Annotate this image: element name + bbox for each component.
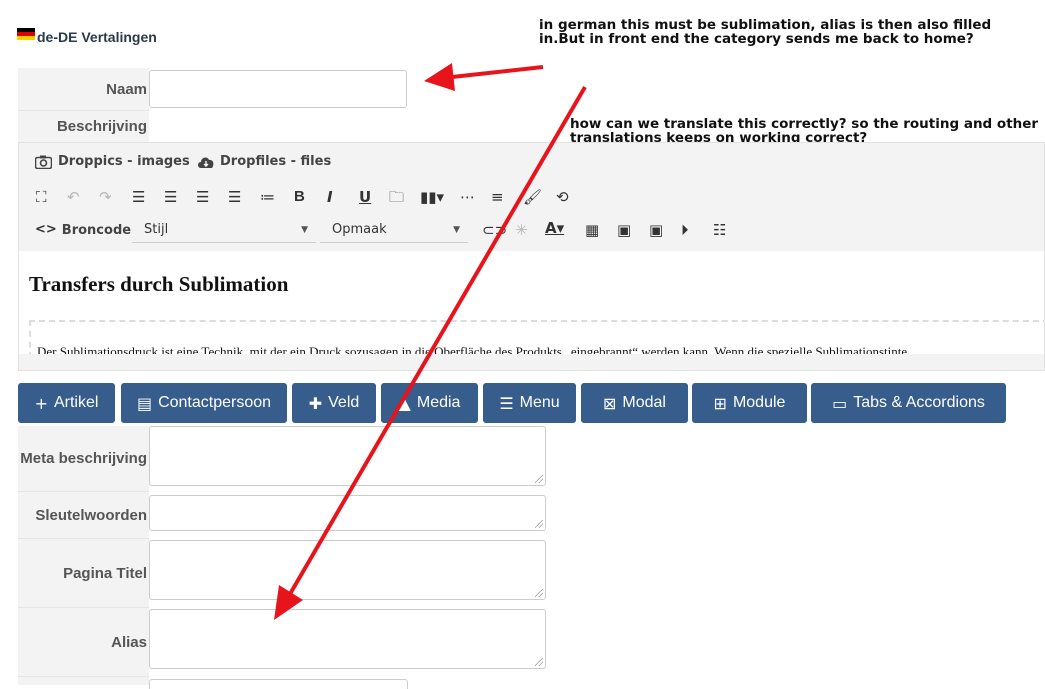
annotation-note-middle: how can we translate this correctly? so … [570, 116, 1039, 146]
text-color-icon[interactable]: A▾ [545, 219, 564, 237]
droppics-label: Droppics - images [58, 154, 190, 169]
paragraph-icon[interactable]: ≡ [491, 188, 504, 206]
resize-handle[interactable] [535, 589, 543, 597]
meta-beschrijving-label: Meta beschrijving [18, 426, 149, 491]
naam-input[interactable] [149, 70, 407, 108]
style-select-value: Stijl [144, 222, 169, 237]
puzzle-icon: ✚ [308, 393, 323, 413]
resize-handle[interactable] [535, 520, 543, 528]
media-embed-icon[interactable]: ▣ [617, 221, 631, 239]
image-icon: ▲ [398, 393, 411, 413]
beschrijving-label: Beschrijving [18, 111, 149, 142]
folder-star-icon[interactable]: 🗀 [389, 188, 404, 206]
menu-button[interactable]: ☰ Menu [483, 383, 576, 423]
tabs-icon: ▭ [832, 393, 848, 413]
module-button[interactable]: ⊞ Module [692, 383, 807, 423]
page-title: de-DE Vertalingen [37, 29, 157, 45]
align-justify-icon[interactable]: ☰ [228, 188, 241, 206]
checklist-icon[interactable]: ☷ [713, 221, 726, 239]
broncode-button[interactable]: <> Broncode [35, 221, 131, 239]
fullscreen-icon[interactable]: ⛶ [36, 188, 47, 206]
code-icon: <> [35, 222, 57, 237]
resize-handle[interactable] [535, 475, 543, 483]
italic-icon[interactable]: I [327, 188, 333, 206]
align-center-icon[interactable]: ☰ [196, 188, 209, 206]
align-left-icon[interactable]: ☰ [132, 188, 145, 206]
next-row-label [18, 677, 149, 685]
broncode-label: Broncode [61, 222, 132, 238]
alias-label: Alias [18, 608, 149, 676]
content-paragraph: Der Sublimationsdruck ist eine Technik, … [37, 344, 908, 354]
chevron-down-icon: ▼ [301, 225, 308, 235]
align-right-icon[interactable]: ☰ [164, 188, 177, 206]
unlink-icon[interactable]: ✳ [515, 221, 528, 239]
template-icon[interactable]: ▣ [649, 221, 663, 239]
media-button[interactable]: ▲ Media [381, 383, 478, 423]
dropfiles-label: Dropfiles - files [220, 154, 332, 169]
droppics-button[interactable]: Droppics - images [35, 154, 190, 169]
content-heading: Transfers durch Sublimation [29, 272, 289, 296]
annotation-note-top: in german this must be sublimation, alia… [539, 17, 992, 47]
format-painter-icon[interactable]: 🖌 [523, 188, 542, 206]
link-icon[interactable]: ⊂⊃ [482, 221, 507, 239]
tabs-accordions-button[interactable]: ▭ Tabs & Accordions [811, 383, 1006, 423]
pagina-titel-textarea[interactable] [149, 540, 546, 600]
arrowhead-naam [424, 63, 455, 91]
sleutelwoorden-label: Sleutelwoorden [18, 492, 149, 538]
redo-icon[interactable]: ↷ [99, 188, 112, 206]
veld-button[interactable]: ✚ Veld [292, 383, 376, 423]
modules-icon: ⊞ [713, 393, 727, 413]
style-select[interactable]: Stijl ▼ [132, 217, 316, 243]
format-select-value: Opmaak [332, 222, 387, 237]
modal-button[interactable]: ⊠ Modal [581, 383, 688, 423]
barcode-icon[interactable]: ▮▮▾ [420, 188, 444, 206]
naam-label: Naam [18, 68, 149, 110]
dropfiles-button[interactable]: Dropfiles - files [197, 154, 331, 169]
camera-icon [35, 155, 52, 169]
list-icon: ☰ [499, 393, 514, 413]
underline-icon[interactable]: U [359, 188, 371, 206]
artikel-button[interactable]: + Artikel [18, 383, 115, 423]
plus-icon: + [34, 393, 48, 413]
alias-textarea[interactable] [149, 609, 546, 669]
sleutelwoorden-textarea[interactable] [149, 495, 546, 531]
page-break-icon[interactable]: ⋯ [460, 188, 475, 206]
format-select[interactable]: Opmaak ▼ [320, 217, 468, 243]
video-icon[interactable]: ⏵ [681, 221, 689, 239]
german-flag-icon [17, 28, 35, 40]
editor-content[interactable]: Transfers durch Sublimation Der Sublimat… [19, 251, 1044, 354]
pagina-titel-label: Pagina Titel [18, 539, 149, 607]
find-replace-icon[interactable]: ⟲ [556, 188, 569, 206]
resize-handle[interactable] [535, 658, 543, 666]
table-icon[interactable]: ▦ [585, 221, 599, 239]
bold-icon[interactable]: B [294, 188, 305, 206]
contact-card-icon: ▤ [136, 393, 153, 413]
window-close-icon: ⊠ [603, 393, 617, 413]
contactpersoon-button[interactable]: ▤ Contactpersoon [121, 383, 287, 423]
cloud-download-icon [198, 157, 214, 168]
annotation-arrow-naam [451, 65, 544, 79]
chevron-down-icon: ▼ [453, 225, 460, 235]
bullet-list-icon[interactable]: ≔ [260, 188, 275, 206]
undo-icon[interactable]: ↶ [67, 188, 80, 206]
next-row-input[interactable] [149, 679, 408, 689]
meta-beschrijving-textarea[interactable] [149, 426, 546, 486]
